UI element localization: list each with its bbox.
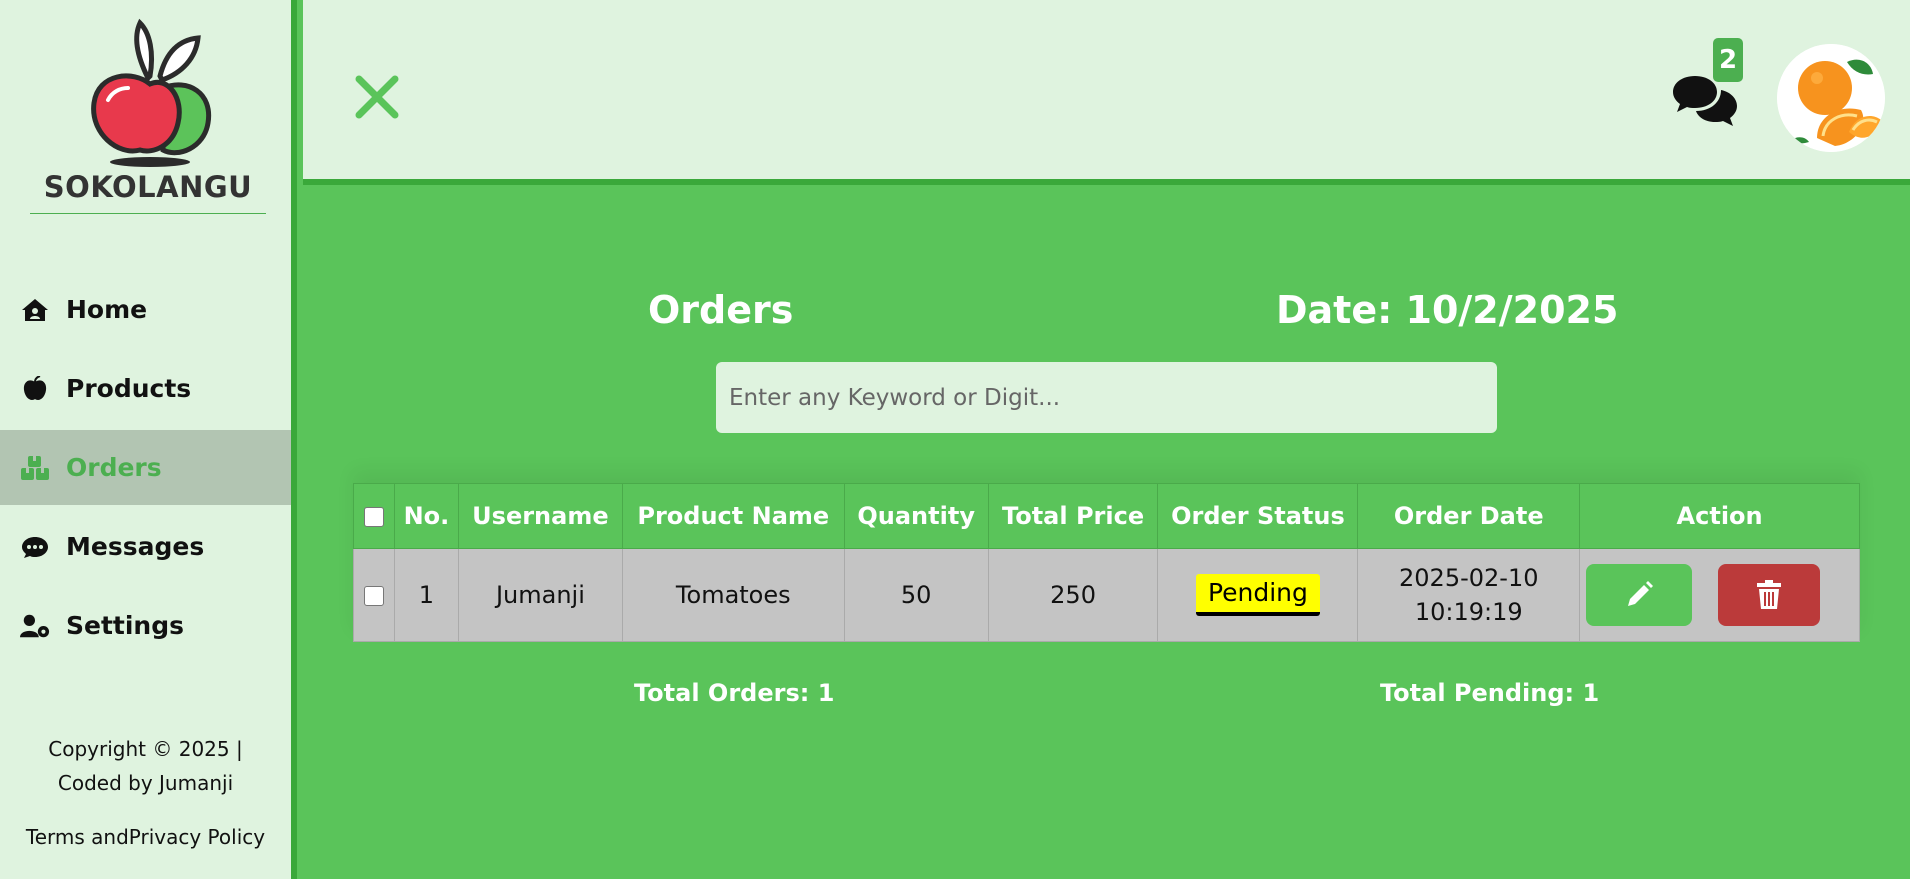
column-header[interactable]: Quantity xyxy=(843,483,989,549)
sidebar-item-label: Products xyxy=(66,374,192,403)
status-badge: Pending xyxy=(1195,574,1320,616)
apple-logo-icon xyxy=(91,18,212,167)
current-date: Date: 10/2/2025 xyxy=(1276,288,1619,332)
sidebar-item-home[interactable]: Home xyxy=(0,272,291,347)
table-row: 1 Jumanji Tomatoes 50 250 Pending 2025-0… xyxy=(353,548,1860,642)
row-select-cell xyxy=(353,548,395,642)
column-header[interactable]: Username xyxy=(457,483,623,549)
cell-status: Pending xyxy=(1157,548,1359,642)
sidebar: SOKOLANGU Home Products Orders Messages … xyxy=(0,0,297,879)
avatar[interactable] xyxy=(1777,44,1885,152)
sidebar-item-settings[interactable]: Settings xyxy=(0,588,291,663)
sidebar-item-label: Orders xyxy=(66,453,162,482)
sidebar-item-label: Settings xyxy=(66,611,185,640)
pencil-icon xyxy=(1628,581,1654,606)
orders-table: No. Username Product Name Quantity Total… xyxy=(353,483,1860,642)
cell-total-price: 250 xyxy=(987,548,1159,642)
column-header: Action xyxy=(1579,483,1860,549)
message-count-badge: 2 xyxy=(1713,38,1743,82)
terms-link[interactable]: Terms andPrivacy Policy xyxy=(0,825,291,849)
credit-line: Coded by Jumanji xyxy=(57,771,234,795)
page-title: Orders xyxy=(648,288,794,332)
sidebar-item-orders[interactable]: Orders xyxy=(0,430,291,505)
select-all-checkbox[interactable] xyxy=(363,507,384,527)
select-all-cell xyxy=(353,483,395,549)
cell-actions xyxy=(1579,548,1860,642)
delete-button[interactable] xyxy=(1717,564,1820,626)
order-date-day: 2025-02-10 xyxy=(1399,564,1539,592)
column-header[interactable]: No. xyxy=(393,483,459,549)
cell-order-date: 2025-02-10 10:19:19 xyxy=(1357,548,1581,642)
cell-product: Tomatoes xyxy=(621,548,845,642)
copyright-line: Copyright © 2025 | xyxy=(48,737,243,761)
boxes-icon xyxy=(20,455,50,481)
close-sidebar-button[interactable] xyxy=(355,75,399,119)
logo[interactable]: SOKOLANGU xyxy=(30,18,266,214)
row-checkbox[interactable] xyxy=(363,586,384,606)
sidebar-item-label: Messages xyxy=(66,532,205,561)
top-header: 2 xyxy=(303,0,1910,185)
column-header[interactable]: Order Date xyxy=(1357,483,1581,549)
orange-avatar-icon xyxy=(1777,44,1885,152)
column-header[interactable]: Order Status xyxy=(1157,483,1359,549)
brand-name: SOKOLANGU xyxy=(43,170,253,204)
copyright: Copyright © 2025 | Coded by Jumanji xyxy=(0,732,291,800)
search-input[interactable] xyxy=(716,362,1497,433)
edit-button[interactable] xyxy=(1586,564,1693,626)
sidebar-nav: Home Products Orders Messages Settings xyxy=(0,272,291,667)
cell-no: 1 xyxy=(393,548,459,642)
column-header[interactable]: Product Name xyxy=(621,483,845,549)
orders-table-container: No. Username Product Name Quantity Total… xyxy=(353,483,1860,642)
order-date-time: 10:19:19 xyxy=(1414,598,1523,626)
trash-icon xyxy=(1756,580,1781,609)
user-gear-icon xyxy=(20,613,50,639)
cell-username: Jumanji xyxy=(457,548,623,642)
sidebar-item-messages[interactable]: Messages xyxy=(0,509,291,584)
total-orders: Total Orders: 1 xyxy=(634,679,835,707)
table-header-row: No. Username Product Name Quantity Total… xyxy=(353,483,1860,549)
sidebar-item-products[interactable]: Products xyxy=(0,351,291,426)
chat-icon xyxy=(20,534,50,560)
close-icon xyxy=(355,75,399,119)
apple-icon xyxy=(20,375,50,402)
home-icon xyxy=(20,297,50,323)
total-pending: Total Pending: 1 xyxy=(1380,679,1600,707)
sidebar-item-label: Home xyxy=(66,295,148,324)
app: SOKOLANGU Home Products Orders Messages … xyxy=(0,0,1910,879)
column-header[interactable]: Total Price xyxy=(987,483,1159,549)
cell-quantity: 50 xyxy=(843,548,989,642)
